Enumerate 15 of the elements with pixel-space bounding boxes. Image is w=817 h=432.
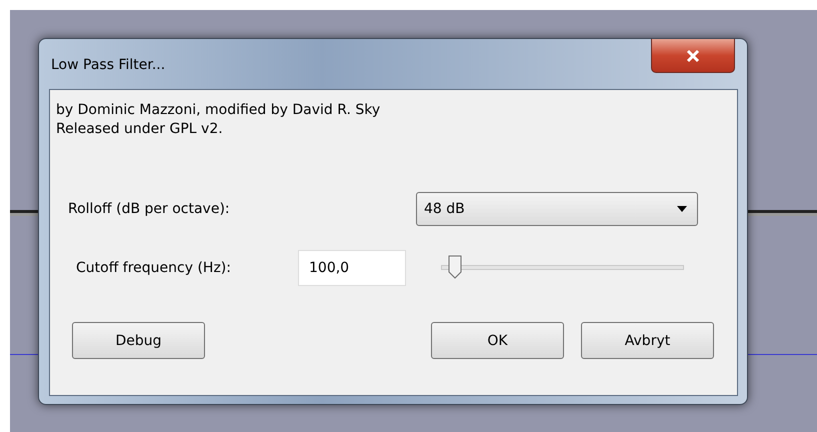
credit-text: by Dominic Mazzoni, modified by David R. Sky	[56, 101, 382, 120]
cutoff-label: Cutoff frequency (Hz):	[76, 260, 232, 276]
debug-button[interactable]: Debug	[72, 322, 205, 359]
cutoff-input-field[interactable]: 100,0	[298, 250, 406, 286]
dropdown-arrow-icon	[677, 206, 687, 212]
dialog-button[interactable]: OK	[431, 322, 564, 359]
close-button[interactable]	[651, 39, 735, 73]
window-title: Low Pass Filter...	[51, 57, 166, 73]
rolloff-dropdown[interactable]: 48 dB	[416, 192, 698, 226]
dialog-button[interactable]: Avbryt	[581, 322, 714, 359]
rolloff-label: Rolloff (dB per octave):	[68, 201, 231, 217]
cutoff-slider[interactable]	[441, 255, 684, 281]
credit-text: Released under GPL v2.	[56, 120, 224, 139]
close-icon	[685, 48, 701, 62]
slider-thumb[interactable]	[448, 255, 462, 279]
